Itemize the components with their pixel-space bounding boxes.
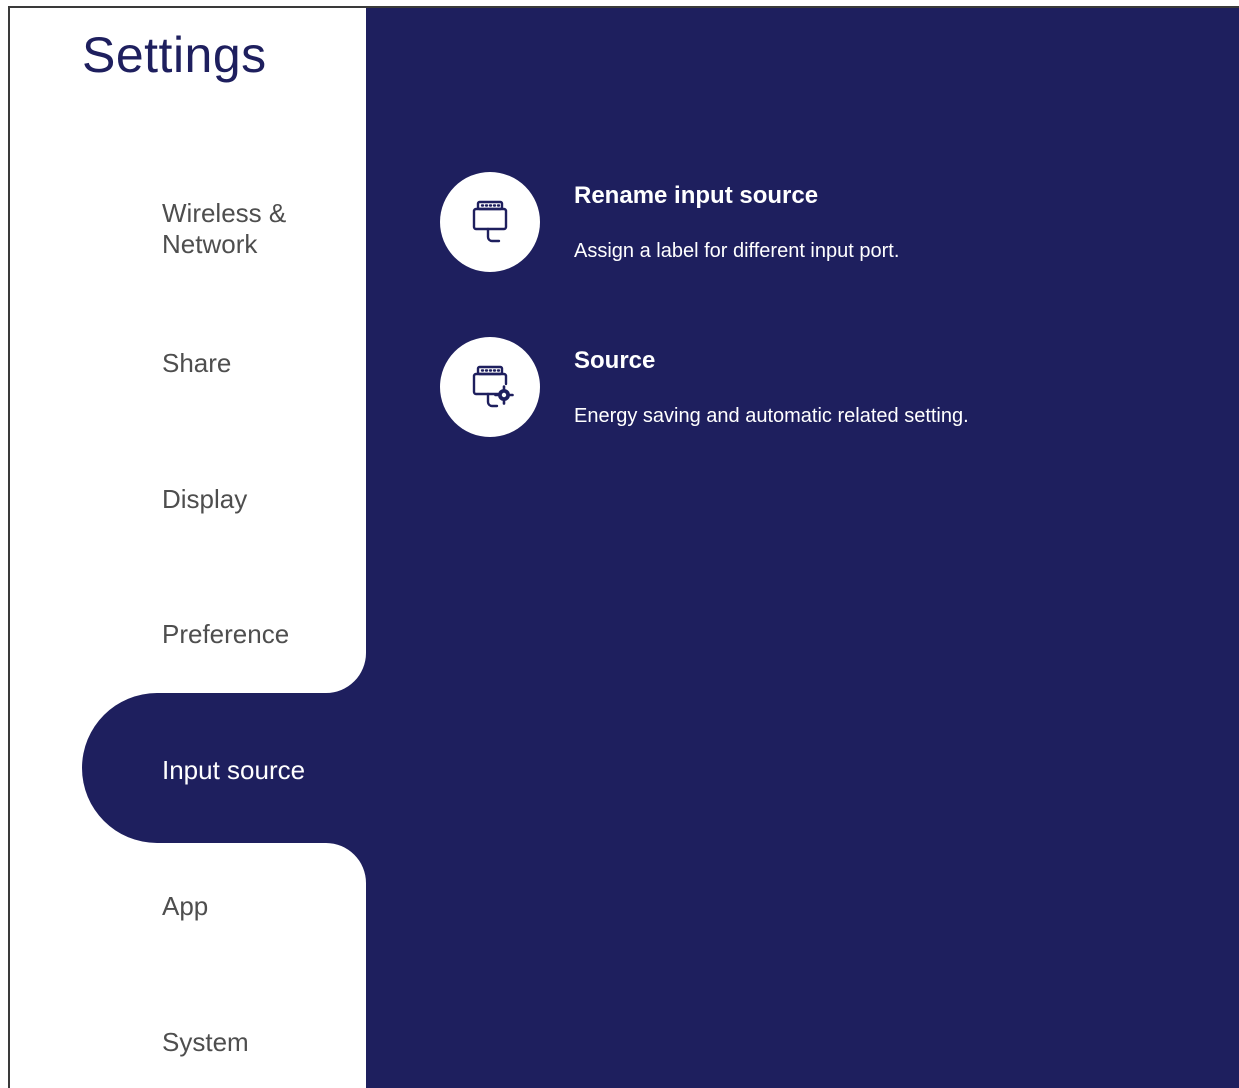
sidebar-item-label: Input source bbox=[162, 755, 306, 785]
sidebar-item-label: Preference bbox=[162, 619, 290, 649]
sidebar-item-system[interactable]: System bbox=[162, 1027, 249, 1058]
sidebar-item-share[interactable]: Share bbox=[162, 348, 231, 379]
sidebar-item-preference[interactable]: Preference bbox=[162, 619, 289, 650]
sidebar-item-label: App bbox=[162, 891, 209, 921]
sidebar-item-label: Share bbox=[162, 348, 232, 378]
input-port-icon bbox=[440, 172, 540, 272]
option-rename-input-source[interactable]: Rename input source Assign a label for d… bbox=[440, 172, 1200, 272]
option-description: Energy saving and automatic related sett… bbox=[574, 405, 969, 427]
selected-tab-corner-bottom bbox=[326, 843, 366, 883]
input-port-settings-icon bbox=[440, 337, 540, 437]
sidebar-item-label-line2: Network bbox=[162, 229, 258, 259]
sidebar-item-wireless-network[interactable]: Wireless & Network bbox=[162, 198, 286, 260]
sidebar-item-app[interactable]: App bbox=[162, 891, 208, 922]
option-title: Rename input source bbox=[574, 182, 819, 209]
sidebar-item-label: Display bbox=[162, 484, 248, 514]
option-title: Source bbox=[574, 347, 656, 374]
option-source[interactable]: Source Energy saving and automatic relat… bbox=[440, 337, 1200, 437]
sidebar-item-label: System bbox=[162, 1027, 249, 1057]
sidebar-item-display[interactable]: Display bbox=[162, 484, 247, 515]
main-panel bbox=[366, 8, 1239, 1088]
sidebar-item-label-line1: Wireless & bbox=[162, 198, 287, 228]
option-description: Assign a label for different input port. bbox=[574, 240, 900, 262]
sidebar-item-input-source[interactable]: Input source bbox=[162, 755, 305, 786]
page-title: Settings bbox=[82, 27, 267, 83]
selected-tab-corner-top bbox=[326, 653, 366, 693]
settings-window: Settings Wireless & Network Share Displa… bbox=[8, 6, 1239, 1088]
